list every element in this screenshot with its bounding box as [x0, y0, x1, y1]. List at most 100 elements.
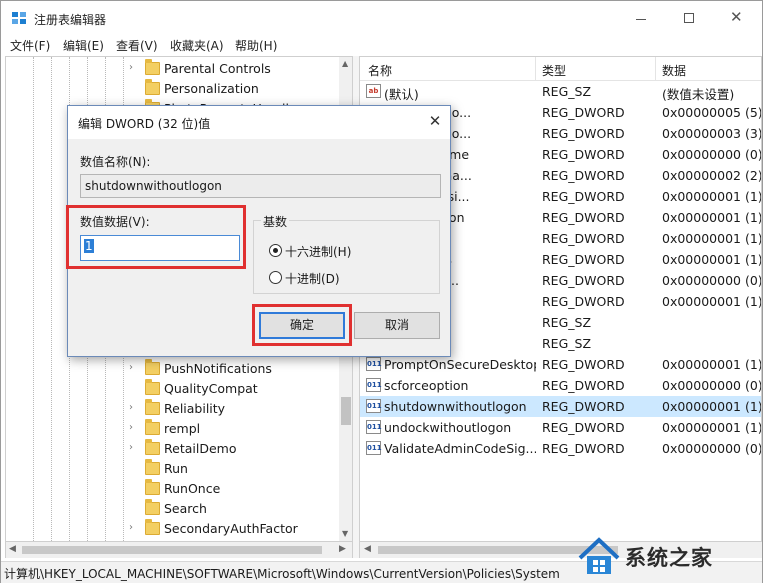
chevron-right-icon[interactable]: ›	[129, 522, 133, 533]
value-name-field: shutdownwithoutlogon	[80, 174, 441, 198]
value-type: REG_DWORD	[542, 105, 625, 120]
decimal-radio-label[interactable]: 十进制(D)	[285, 270, 340, 287]
value-row[interactable]: 011 PromptOnSecureDesktop REG_DWORD 0x00000…	[360, 354, 761, 375]
tree-item[interactable]: › rempl	[6, 419, 336, 439]
folder-icon	[145, 379, 160, 395]
menu-edit[interactable]: 编辑(E)	[63, 37, 104, 54]
tree-item-label: SecondaryAuthFactor	[164, 521, 298, 536]
tree-item[interactable]: Run	[6, 459, 336, 479]
tree-item-label: Parental Controls	[164, 61, 271, 76]
value-name: (默认)	[384, 87, 419, 102]
chevron-right-icon[interactable]: ›	[129, 422, 133, 433]
tree-item[interactable]: › Reliability	[6, 399, 336, 419]
value-row[interactable]: ab (默认) REG_SZ (数值未设置)	[360, 81, 761, 102]
tree-item-label: RetailDemo	[164, 441, 237, 456]
value-type: REG_DWORD	[542, 294, 625, 309]
close-window-button[interactable]: ✕	[714, 1, 760, 35]
value-data: (数值未设置)	[662, 87, 735, 102]
tree-item[interactable]: › PushNotifications	[6, 359, 336, 379]
binary-value-icon: 011	[366, 378, 382, 392]
value-name: PromptOnSecureDesktop	[384, 357, 536, 372]
value-row[interactable]: 011 scforceoption REG_DWORD 0x00000000 (0)	[360, 375, 761, 396]
value-type: REG_DWORD	[542, 210, 625, 225]
tree-item-label: QualityCompat	[164, 381, 258, 396]
scroll-left-icon[interactable]: ◀	[9, 544, 16, 554]
tree-item[interactable]: RunOnce	[6, 479, 336, 499]
tree-item-label: Reliability	[164, 401, 226, 416]
tree-item[interactable]: › RetailDemo	[6, 439, 336, 459]
cancel-button[interactable]: 取消	[354, 312, 440, 339]
column-header-name[interactable]: 名称	[368, 62, 392, 79]
value-name: shutdownwithoutlogon	[384, 399, 527, 414]
menu-favorites[interactable]: 收藏夹(A)	[170, 37, 224, 54]
folder-icon	[145, 519, 160, 535]
tree-horizontal-scrollbar[interactable]: ◀ ▶	[5, 542, 353, 558]
value-type: REG_DWORD	[542, 420, 625, 435]
value-data-input[interactable]: 1	[80, 235, 240, 261]
value-name: undockwithoutlogon	[384, 420, 512, 435]
tree-item-label: rempl	[164, 421, 201, 436]
value-type: REG_DWORD	[542, 357, 625, 372]
folder-icon	[145, 79, 160, 95]
dialog-close-button[interactable]: ✕	[424, 111, 446, 133]
tree-item-label: RunOnce	[164, 481, 221, 496]
tree-item[interactable]: QualityCompat	[6, 379, 336, 399]
scroll-left-icon[interactable]: ◀	[364, 544, 371, 554]
value-row[interactable]: 011 ValidateAdminCodeSig... REG_DWORD 0x000…	[360, 438, 761, 459]
menu-file[interactable]: 文件(F)	[10, 37, 50, 54]
scroll-right-icon[interactable]: ▶	[339, 544, 346, 554]
chevron-right-icon[interactable]: ›	[129, 362, 133, 373]
value-name-label: 数值名称(N):	[80, 155, 151, 169]
registry-path: 计算机\HKEY_LOCAL_MACHINE\SOFTWARE\Microsof…	[4, 567, 560, 581]
folder-icon	[145, 439, 160, 455]
column-header-type[interactable]: 类型	[542, 62, 566, 79]
value-data: 0x00000003 (3)	[662, 126, 762, 141]
tree-scroll-thumb[interactable]	[341, 397, 351, 425]
value-name: ValidateAdminCodeSig...	[384, 441, 536, 456]
folder-icon	[145, 399, 160, 415]
value-data: 0x00000005 (5)	[662, 105, 762, 120]
tree-item-label: Personalization	[164, 81, 259, 96]
tree-item[interactable]: Search	[6, 499, 336, 519]
value-type: REG_DWORD	[542, 189, 625, 204]
value-data: 0x00000001 (1)	[662, 210, 762, 225]
decimal-radio[interactable]	[269, 271, 282, 284]
folder-icon	[145, 419, 160, 435]
tree-item-label: Run	[164, 461, 188, 476]
scroll-up-icon[interactable]: ▲	[342, 59, 348, 68]
ok-button[interactable]: 确定	[259, 312, 345, 339]
folder-icon	[145, 359, 160, 375]
tree-item[interactable]: › Parental Controls	[6, 59, 336, 79]
tree-item-label: PushNotifications	[164, 361, 272, 376]
chevron-right-icon[interactable]: ›	[129, 442, 133, 453]
value-data: 0x00000001 (1)	[662, 399, 762, 414]
column-header-data[interactable]: 数据	[662, 62, 686, 79]
tree-item[interactable]: Personalization	[6, 79, 336, 99]
value-type: REG_DWORD	[542, 231, 625, 246]
menu-view[interactable]: 查看(V)	[116, 37, 158, 54]
scroll-down-icon[interactable]: ▼	[342, 529, 348, 538]
value-row[interactable]: 011 undockwithoutlogon REG_DWORD 0x00000001…	[360, 417, 761, 438]
hex-radio[interactable]	[269, 244, 282, 257]
tree-item-label: Search	[164, 501, 207, 516]
value-type: REG_DWORD	[542, 378, 625, 393]
value-data: 0x00000000 (0)	[662, 273, 762, 288]
close-icon: ✕	[428, 112, 442, 130]
tree-hscroll-thumb[interactable]	[22, 546, 322, 554]
chevron-right-icon[interactable]: ›	[129, 402, 133, 413]
value-row[interactable]: 011 shutdownwithoutlogon REG_DWORD 0x000000…	[360, 396, 762, 417]
close-icon: ✕	[730, 8, 743, 26]
value-type: REG_DWORD	[542, 126, 625, 141]
tree-item[interactable]: › SecondaryAuthFactor	[6, 519, 336, 539]
chevron-right-icon[interactable]: ›	[129, 62, 133, 73]
watermark-logo: 系统之家	[573, 528, 763, 583]
folder-icon	[145, 459, 160, 475]
value-type: REG_DWORD	[542, 273, 625, 288]
minimize-button[interactable]	[618, 1, 664, 35]
value-data: 0x00000002 (2)	[662, 168, 762, 183]
value-data-text: 1	[84, 239, 94, 253]
maximize-button[interactable]	[666, 1, 712, 35]
hex-radio-label[interactable]: 十六进制(H)	[285, 243, 351, 260]
folder-icon	[145, 499, 160, 515]
menu-help[interactable]: 帮助(H)	[235, 37, 277, 54]
